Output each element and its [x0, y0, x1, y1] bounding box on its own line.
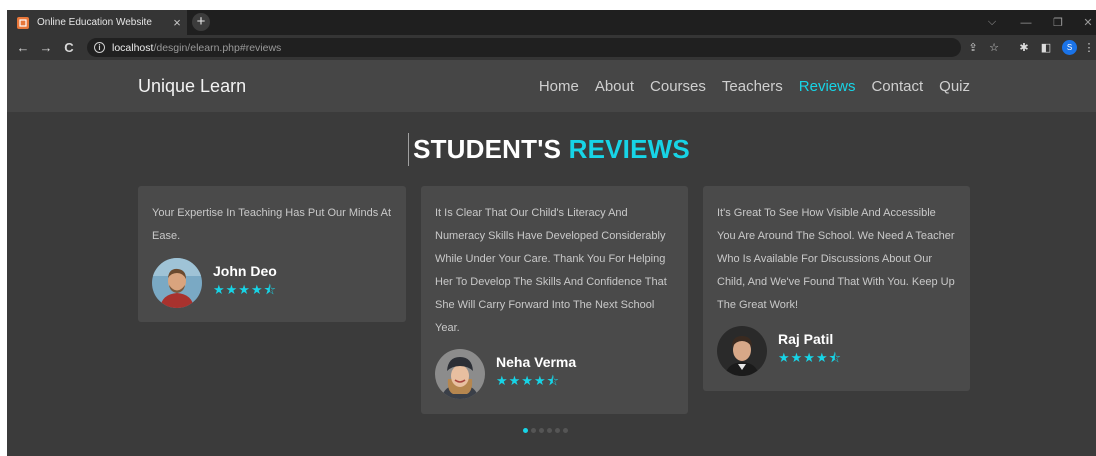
- review-card: Your Expertise In Teaching Has Put Our M…: [138, 186, 406, 322]
- nav-contact[interactable]: Contact: [871, 78, 923, 95]
- reviewer: John Deo ★★★★⯪: [152, 258, 277, 308]
- review-text: It Is Clear That Our Child's Literacy An…: [435, 207, 667, 334]
- nav-home[interactable]: Home: [539, 78, 579, 95]
- carousel-dot[interactable]: [563, 428, 568, 433]
- bookmark-star-icon[interactable]: ☆: [984, 38, 1004, 57]
- browser-toolbar: ← → C i localhost/desgin/elearn.php#revi…: [7, 35, 1096, 60]
- avatar: [717, 326, 767, 376]
- back-icon[interactable]: ←: [13, 35, 33, 60]
- site-favicon-icon: [17, 16, 29, 29]
- site-header: Unique Learn Home About Courses Teachers…: [7, 60, 1096, 112]
- forward-icon[interactable]: →: [36, 35, 56, 60]
- rating-stars: ★★★★⯪: [213, 282, 277, 297]
- nav-courses[interactable]: Courses: [650, 78, 706, 95]
- nav-teachers[interactable]: Teachers: [722, 78, 783, 95]
- reviewer-name: Raj Patil: [778, 331, 834, 347]
- close-window-icon[interactable]: ✕: [1073, 10, 1096, 35]
- browser-tab[interactable]: Online Education Website ×: [7, 10, 187, 35]
- site-logo[interactable]: Unique Learn: [138, 60, 246, 112]
- review-card: It's Great To See How Visible And Access…: [703, 186, 970, 391]
- carousel-dot[interactable]: [531, 428, 536, 433]
- tab-close-icon[interactable]: ×: [167, 15, 187, 30]
- share-icon[interactable]: ⇪: [963, 38, 983, 57]
- tab-title: Online Education Website: [37, 17, 152, 28]
- reload-icon[interactable]: C: [59, 35, 79, 60]
- site-info-icon[interactable]: i: [94, 42, 105, 53]
- review-text: Your Expertise In Teaching Has Put Our M…: [152, 207, 392, 242]
- rating-stars: ★★★★⯪: [778, 350, 842, 365]
- minimize-icon[interactable]: —: [1011, 10, 1041, 35]
- review-card: It Is Clear That Our Child's Literacy An…: [421, 186, 688, 414]
- carousel-dot[interactable]: [555, 428, 560, 433]
- url-text: localhost/desgin/elearn.php#reviews: [112, 41, 282, 54]
- browser-window: Online Education Website × + ⌵ — ❐ ✕ ← →…: [7, 10, 1096, 456]
- nav-quiz[interactable]: Quiz: [939, 78, 970, 95]
- nav-about[interactable]: About: [595, 78, 634, 95]
- profile-avatar[interactable]: S: [1062, 40, 1077, 55]
- new-tab-button[interactable]: +: [192, 13, 210, 31]
- reviewer: Neha Verma ★★★★⯪: [435, 349, 576, 399]
- address-bar[interactable]: i localhost/desgin/elearn.php#reviews ⇪ …: [87, 38, 999, 57]
- restore-icon[interactable]: ❐: [1043, 10, 1073, 35]
- nav-reviews[interactable]: Reviews: [799, 78, 856, 95]
- extensions-icon[interactable]: ✱: [1014, 35, 1034, 60]
- reviewer-name: Neha Verma: [496, 354, 577, 370]
- main-nav: Home About Courses Teachers Reviews Cont…: [523, 60, 970, 112]
- carousel-dot[interactable]: [547, 428, 552, 433]
- reviewer-name: John Deo: [213, 263, 277, 279]
- avatar: [435, 349, 485, 399]
- menu-icon[interactable]: ⋮: [1079, 35, 1096, 60]
- carousel-dot[interactable]: [539, 428, 544, 433]
- carousel-pagination: [523, 428, 571, 433]
- avatar: [152, 258, 202, 308]
- rating-stars: ★★★★⯪: [496, 373, 560, 388]
- tab-search-dropdown-icon[interactable]: ⌵: [977, 10, 1007, 35]
- reviewer: Raj Patil ★★★★⯪: [717, 326, 842, 376]
- section-title: STUDENT'S REVIEWS: [413, 134, 690, 164]
- tab-strip: Online Education Website × + ⌵ — ❐ ✕: [7, 10, 1096, 35]
- side-panel-icon[interactable]: ◧: [1036, 35, 1056, 60]
- carousel-dot[interactable]: [523, 428, 528, 433]
- review-text: It's Great To See How Visible And Access…: [717, 207, 955, 311]
